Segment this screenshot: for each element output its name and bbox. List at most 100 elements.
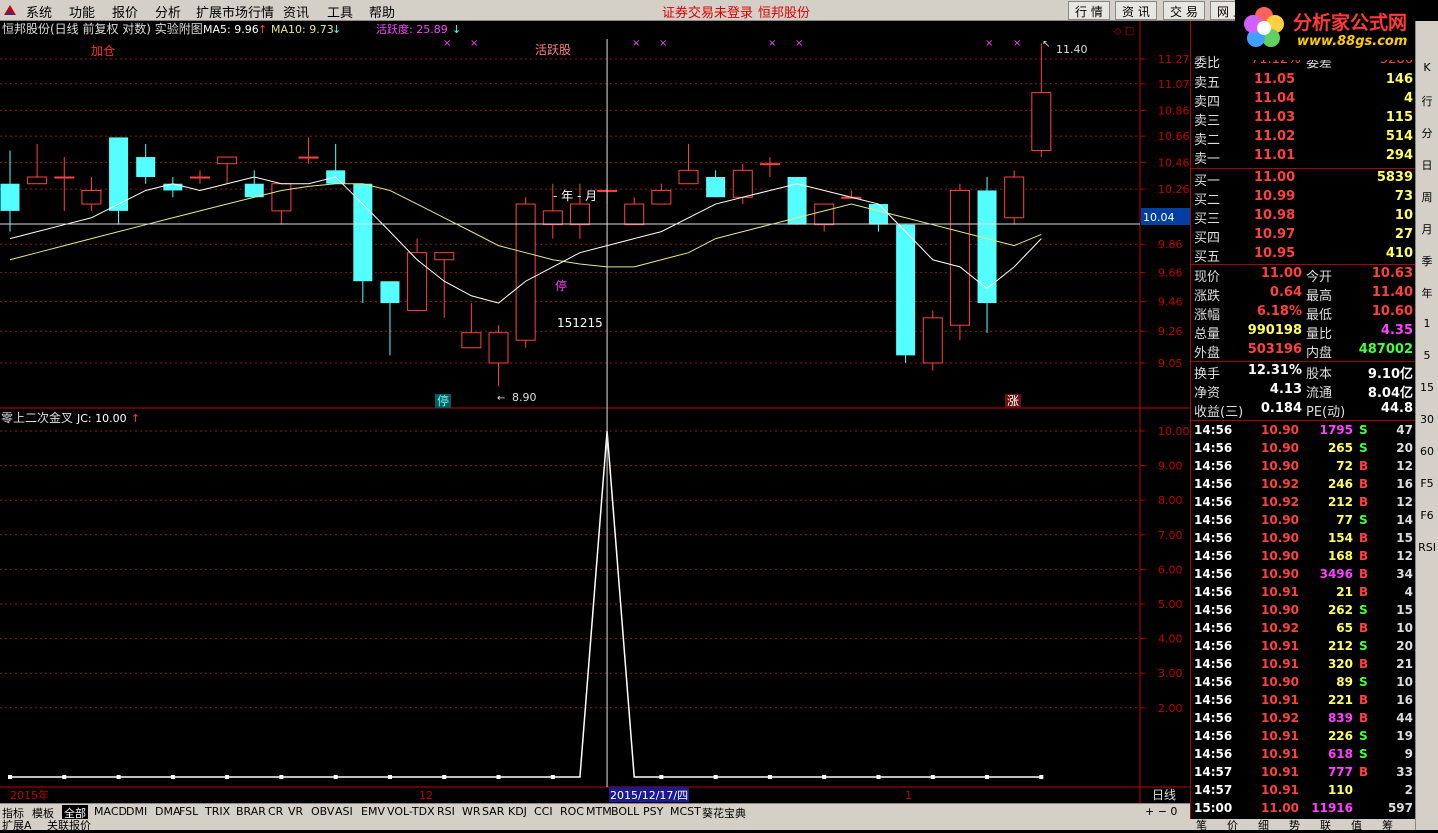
indicator-tab[interactable]: TRIX <box>205 805 230 818</box>
indicator-axis: 10.00 9.00 8.00 7.00 6.00 5.00 4.00 3.00 2.00 <box>1140 425 1190 715</box>
fin-label: 净资 <box>1194 386 1221 401</box>
toolbar-button[interactable]: 5 <box>1417 349 1437 368</box>
price-tick-label: 9.66 <box>1158 267 1183 280</box>
panel-tab[interactable]: 价 <box>1227 817 1238 833</box>
indicator-tab[interactable]: MACD <box>94 805 127 818</box>
jc-zero-dot <box>876 775 881 779</box>
indicator-tab[interactable]: BOLL <box>611 805 639 818</box>
tick-time: 14:56 <box>1194 477 1233 491</box>
indicator-tab[interactable]: EMV <box>361 805 385 818</box>
menu-info[interactable]: 资讯 <box>283 2 309 21</box>
tick-time: 14:56 <box>1194 513 1233 527</box>
indicator-tab[interactable]: SAR <box>482 805 504 818</box>
period-label[interactable]: 日线 <box>1152 788 1176 802</box>
tick-volume: 168 <box>1327 549 1353 563</box>
candle-body <box>868 204 888 225</box>
extend-a-button[interactable]: 扩展A <box>2 817 32 833</box>
indicator-tab[interactable]: WR <box>462 805 481 818</box>
activity-markers: × × × × × × × × <box>443 38 1021 49</box>
toolbar-button[interactable]: K <box>1417 61 1437 80</box>
bid-volume: 10 <box>1394 208 1413 223</box>
ma5-label: MA5: 9.96 <box>203 23 259 36</box>
menu-analysis[interactable]: 分析 <box>155 2 181 21</box>
tick-count: 10 <box>1396 621 1413 635</box>
stat-value-2: 10.63 <box>1371 266 1413 281</box>
menu-tools[interactable]: 工具 <box>327 2 353 21</box>
tick-time: 14:56 <box>1194 675 1233 689</box>
info-tab-button[interactable]: 资 讯 <box>1115 1 1157 20</box>
toolbar-button[interactable]: 年 <box>1417 285 1437 304</box>
toolbar-button[interactable]: 周 <box>1417 189 1437 208</box>
toolbar-button[interactable]: 15 <box>1417 381 1437 400</box>
toolbar-button[interactable]: 行 <box>1417 93 1437 112</box>
related-quote-button[interactable]: 关联报价 <box>47 817 91 833</box>
toolbar-button[interactable]: F5 <box>1417 477 1437 496</box>
panel-tab[interactable]: 值 <box>1351 817 1362 833</box>
indicator-tab[interactable]: CCI <box>534 805 553 818</box>
indicator-tab[interactable]: MTM <box>586 805 612 818</box>
fin-value-2: 8.04亿 <box>1367 386 1413 401</box>
indicator-tab[interactable]: DMI <box>126 805 147 818</box>
tick-price: 10.91 <box>1261 639 1299 653</box>
tick-volume: 72 <box>1336 459 1353 473</box>
indicator-tab[interactable]: PSY <box>643 805 663 818</box>
xaxis-year: 2015年 <box>10 788 49 802</box>
toolbar-button[interactable]: 月 <box>1417 221 1437 240</box>
menu-function[interactable]: 功能 <box>69 2 95 21</box>
indicator-tab[interactable]: BRAR <box>236 805 266 818</box>
candle-body <box>651 189 672 205</box>
toolbar-button[interactable]: 季 <box>1417 253 1437 272</box>
panel-tab[interactable]: 细 <box>1258 817 1269 833</box>
stat-value: 0.64 <box>1269 285 1302 300</box>
toolbar-button[interactable]: RSI <box>1417 541 1437 560</box>
toolbar-button[interactable]: F6 <box>1417 509 1437 528</box>
trade-tab-button[interactable]: 交 易 <box>1163 1 1205 20</box>
xaxis-month-12: 12 <box>419 789 433 802</box>
toolbar-button[interactable]: 1 <box>1417 317 1437 336</box>
kline-chart[interactable]: 11.27 11.07 10.86 10.66 10.46 10.26 9.86 9.66 9.… <box>0 21 1190 803</box>
indicator-tab[interactable]: ROC <box>560 805 584 818</box>
menu-quote[interactable]: 报价 <box>112 2 138 21</box>
indicator-tab[interactable]: VR <box>288 805 303 818</box>
menu-system[interactable]: 系统 <box>26 2 52 21</box>
menu-extended-market[interactable]: 扩展市场行情 <box>196 2 274 21</box>
indicator-tab[interactable]: KDJ <box>508 805 527 818</box>
tick-count: 12 <box>1396 549 1413 563</box>
candle-body <box>759 163 780 166</box>
ting-mark: 停 <box>555 278 567 293</box>
indicator-tab[interactable]: FSL <box>179 805 198 818</box>
tick-price: 10.92 <box>1261 711 1299 725</box>
indicator-tick-label: 2.00 <box>1158 702 1183 715</box>
indicator-tick-label: 10.00 <box>1158 425 1190 438</box>
indicator-tab[interactable]: RSI <box>437 805 455 818</box>
ask-volume: 146 <box>1385 72 1413 87</box>
candle-body <box>407 252 428 311</box>
indicator-tab[interactable]: OBV <box>311 805 334 818</box>
tick-count: 12 <box>1396 459 1413 473</box>
jc-zero-dot <box>62 775 67 779</box>
window-buttons-icon[interactable]: ◇ □ <box>1114 26 1134 37</box>
fin-label-2: PE(动) <box>1306 405 1346 420</box>
panel-tab[interactable]: 筹 <box>1382 817 1393 833</box>
panel-tab[interactable]: 笔 <box>1196 817 1207 833</box>
tick-side: B <box>1359 657 1369 671</box>
quote-tab-button[interactable]: 行 情 <box>1068 1 1110 20</box>
panel-tab[interactable]: 联 <box>1320 817 1331 833</box>
tick-volume: 839 <box>1327 711 1353 725</box>
toolbar-button[interactable]: 60 <box>1417 445 1437 464</box>
menu-help[interactable]: 帮助 <box>369 2 395 21</box>
indicator-tab[interactable]: MCST <box>670 805 701 818</box>
panel-tab[interactable]: 势 <box>1289 817 1300 833</box>
price-tick-label: 10.66 <box>1158 130 1190 143</box>
toolbar-button[interactable]: 30 <box>1417 413 1437 432</box>
indicator-tab[interactable]: CR <box>268 805 283 818</box>
indicator-tab[interactable]: VOL-TDX <box>387 805 435 818</box>
tick-side: B <box>1359 495 1369 509</box>
toolbar-button[interactable]: 日 <box>1417 157 1437 176</box>
indicator-tab[interactable]: DMA <box>155 805 181 818</box>
tick-time: 14:56 <box>1194 531 1233 545</box>
indicator-tab[interactable]: ASI <box>335 805 353 818</box>
stat-row: 涨跌 0.64 最高 11.40 <box>1191 284 1416 304</box>
zoom-controls[interactable]: + − 0 <box>1145 805 1177 818</box>
toolbar-button[interactable]: 分 <box>1417 125 1437 144</box>
